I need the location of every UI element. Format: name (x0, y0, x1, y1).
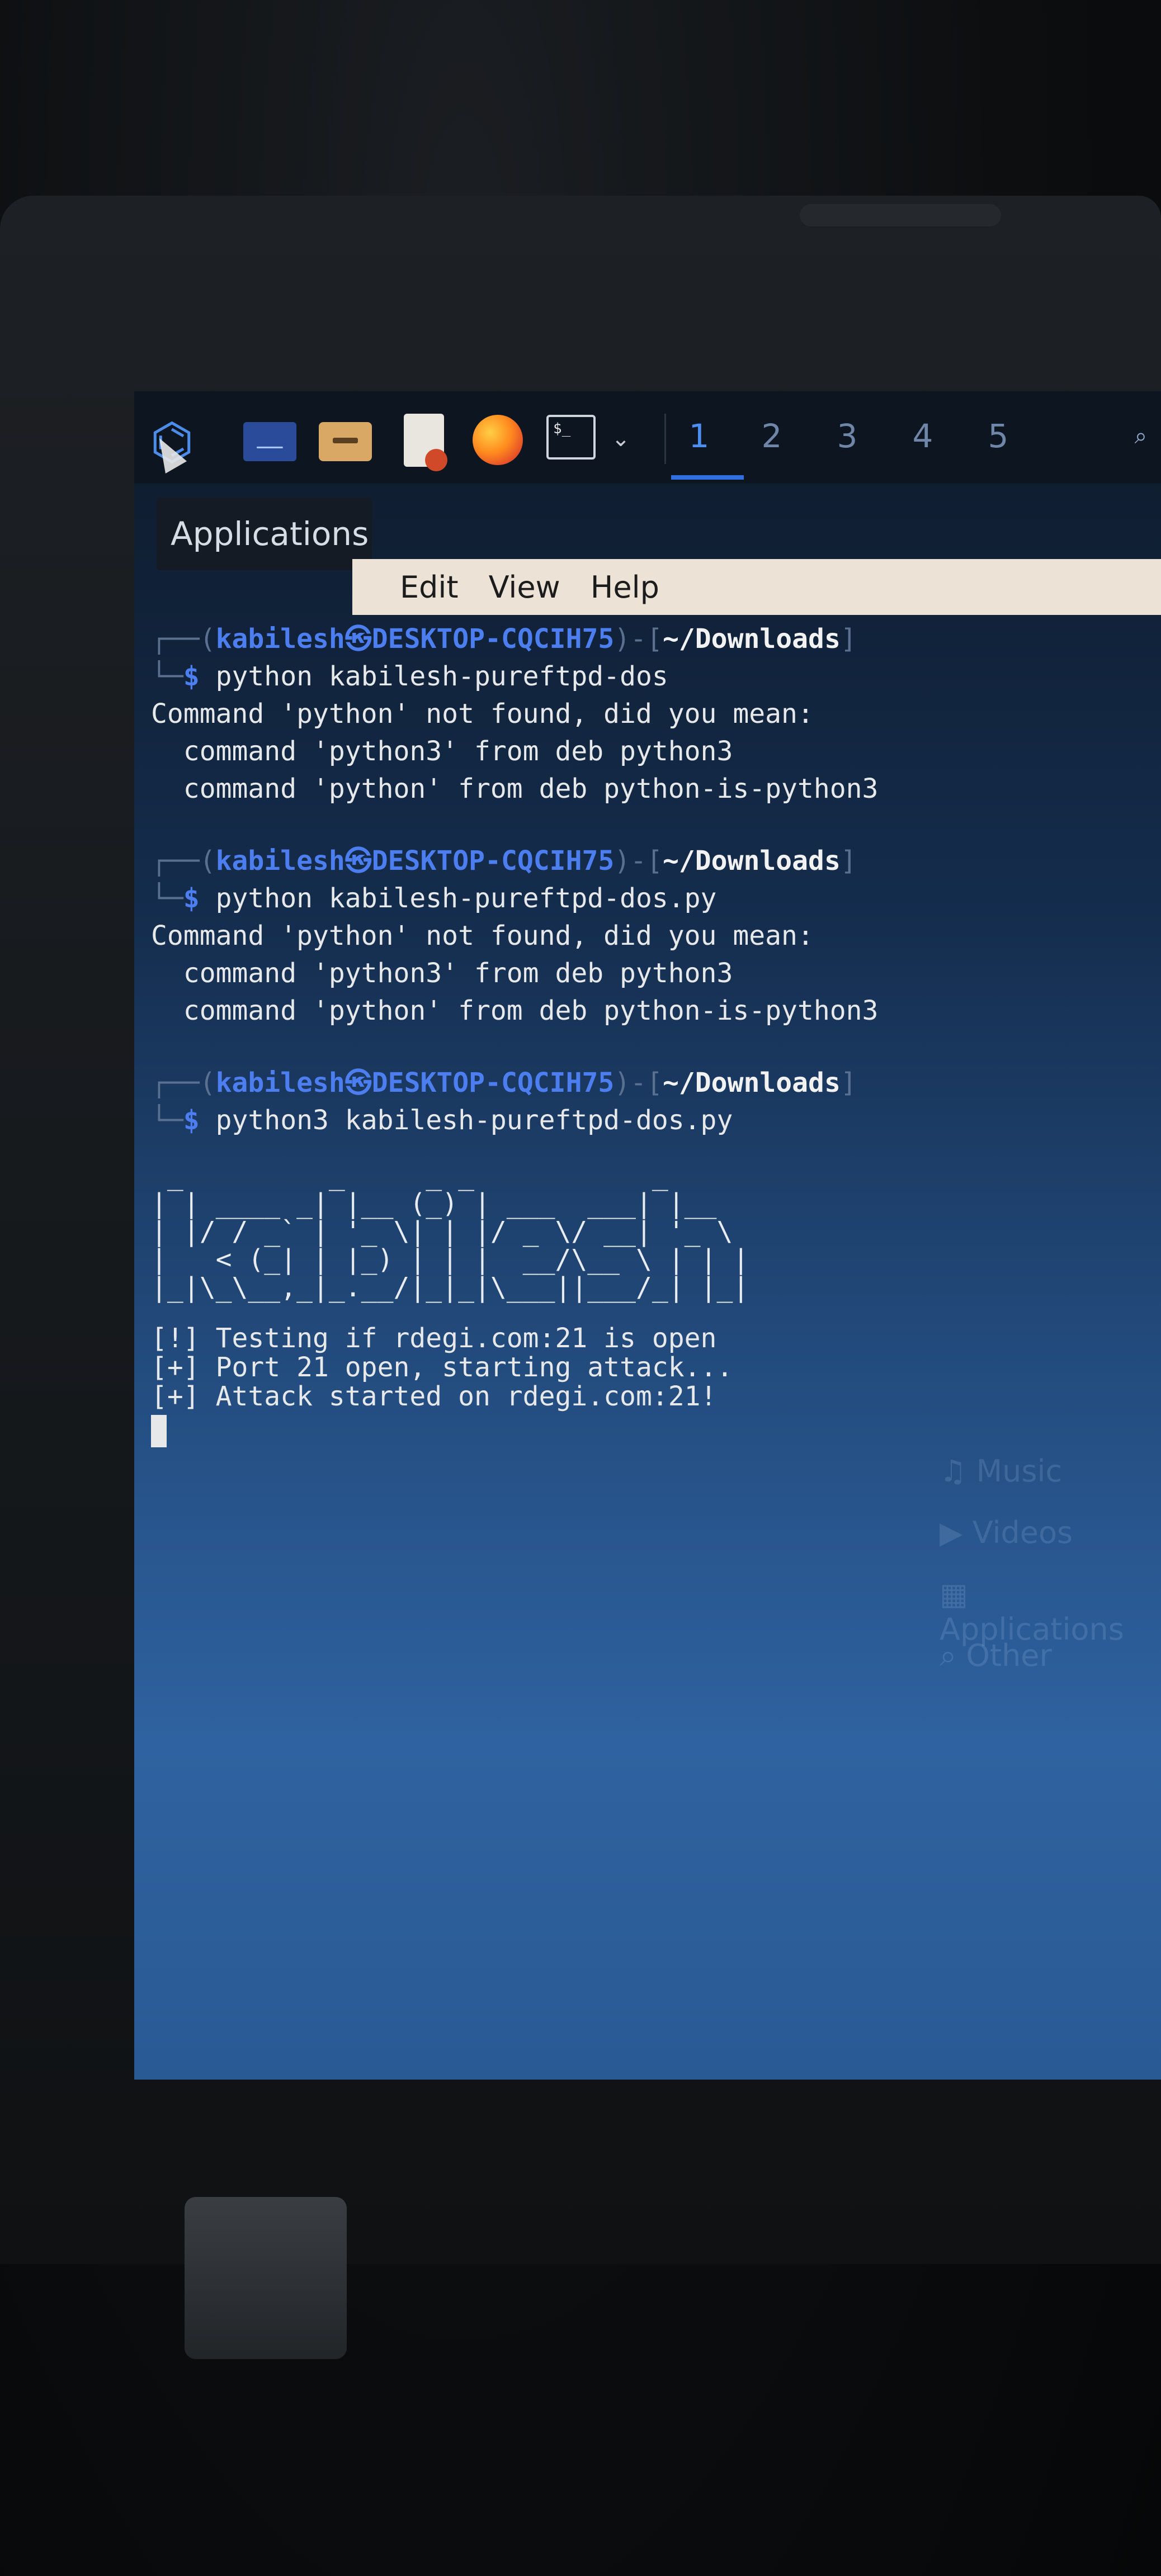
command-line: └─$ python kabilesh-pureftpd-dos (151, 658, 1158, 695)
cursor-line (151, 1411, 1158, 1448)
ghost-applications-item: ▦ Applications (940, 1576, 1124, 1647)
ghost-videos-item: ▶ Videos (940, 1515, 1073, 1550)
command-text: python kabilesh-pureftpd-dos.py (199, 883, 717, 914)
terminal-menubar: Edit View Help (352, 559, 1161, 615)
ascii-banner: _ _ _ _ _ | | ____ _| |__ (_) | ___ ___|… (151, 1160, 749, 1303)
laptop-hinge (185, 2197, 347, 2359)
panel-separator (664, 414, 666, 464)
command-line: └─$ python kabilesh-pureftpd-dos.py (151, 880, 1158, 917)
prompt-dollar: $ (183, 883, 200, 914)
prompt-dollar: $ (183, 661, 200, 692)
prompt-corner: ┌──( (151, 845, 216, 877)
workspace-4[interactable]: 4 (900, 414, 945, 458)
chevron-down-icon[interactable]: ⌄ (607, 422, 635, 456)
workspace-1[interactable]: 1 (677, 414, 721, 458)
prompt-separator: )-[ (614, 1067, 663, 1098)
webcam-bar (800, 204, 1001, 226)
prompt-dollar: $ (183, 1105, 200, 1136)
screen: ⌬ ▁▁▁ $_ ⌄ 1 2 3 4 5 ⌕ Applications Edit… (134, 391, 1161, 2080)
desktop-icon[interactable]: ▁▁▁ (243, 422, 296, 461)
output-line: command 'python3' from deb python3 (151, 958, 733, 989)
prompt-line: ┌──(kabilesh㉿DESKTOP-CQCIH75)-[~/Downloa… (151, 621, 1158, 658)
status-line: [!] Testing if rdegi.com:21 is open (151, 1323, 717, 1354)
folder-icon[interactable] (319, 422, 372, 461)
prompt-separator: )-[ (614, 623, 663, 655)
prompt-user-host: kabilesh㉿DESKTOP-CQCIH75 (215, 1067, 615, 1098)
prompt-path: ~/Downloads (662, 845, 841, 877)
output-line: command 'python' from deb python-is-pyth… (151, 995, 879, 1026)
terminal-icon[interactable]: $_ (546, 415, 596, 460)
prompt-line: ┌──(kabilesh㉿DESKTOP-CQCIH75)-[~/Downloa… (151, 1064, 1158, 1102)
status-line: [+] Attack started on rdegi.com:21! (151, 1381, 717, 1412)
workspace-3[interactable]: 3 (825, 414, 870, 458)
terminal-output[interactable]: ┌──(kabilesh㉿DESKTOP-CQCIH75)-[~/Downloa… (151, 621, 1158, 1448)
ghost-other-item: ⌕ Other (940, 1638, 1052, 1673)
prompt-corner: └─ (151, 661, 183, 692)
command-text: python kabilesh-pureftpd-dos (199, 661, 668, 692)
menu-edit[interactable]: Edit (400, 570, 459, 605)
menu-view[interactable]: View (489, 570, 560, 605)
prompt-bracket: ] (840, 623, 857, 655)
text-editor-icon[interactable] (404, 414, 447, 471)
command-text: python3 kabilesh-pureftpd-dos.py (199, 1105, 733, 1136)
prompt-corner: └─ (151, 883, 183, 914)
active-workspace-indicator (671, 475, 744, 480)
menu-help[interactable]: Help (591, 570, 659, 605)
prompt-bracket: ] (840, 1067, 857, 1098)
ghost-music-item: ♫ Music (940, 1453, 1063, 1489)
text-cursor (151, 1415, 167, 1447)
prompt-user-host: kabilesh㉿DESKTOP-CQCIH75 (215, 623, 615, 655)
output-line: Command 'python' not found, did you mean… (151, 698, 814, 730)
prompt-line: ┌──(kabilesh㉿DESKTOP-CQCIH75)-[~/Downloa… (151, 842, 1158, 880)
prompt-corner: └─ (151, 1105, 183, 1136)
workspace-5[interactable]: 5 (976, 414, 1021, 458)
applications-tooltip: Applications (157, 498, 372, 570)
prompt-bracket: ] (840, 845, 857, 877)
output-line: Command 'python' not found, did you mean… (151, 920, 814, 951)
prompt-path: ~/Downloads (662, 623, 841, 655)
output-line: command 'python' from deb python-is-pyth… (151, 773, 879, 804)
firefox-icon[interactable] (473, 415, 523, 465)
prompt-user-host: kabilesh㉿DESKTOP-CQCIH75 (215, 845, 615, 877)
top-panel: ⌬ ▁▁▁ $_ ⌄ 1 2 3 4 5 ⌕ (134, 391, 1161, 484)
command-line: └─$ python3 kabilesh-pureftpd-dos.py (151, 1102, 1158, 1139)
workspace-2[interactable]: 2 (749, 414, 794, 458)
output-line: command 'python3' from deb python3 (151, 736, 733, 767)
search-icon[interactable]: ⌕ (1124, 419, 1158, 453)
prompt-path: ~/Downloads (662, 1067, 841, 1098)
prompt-corner: ┌──( (151, 1067, 216, 1098)
status-line: [+] Port 21 open, starting attack... (151, 1352, 733, 1383)
prompt-separator: )-[ (614, 845, 663, 877)
prompt-corner: ┌──( (151, 623, 216, 655)
